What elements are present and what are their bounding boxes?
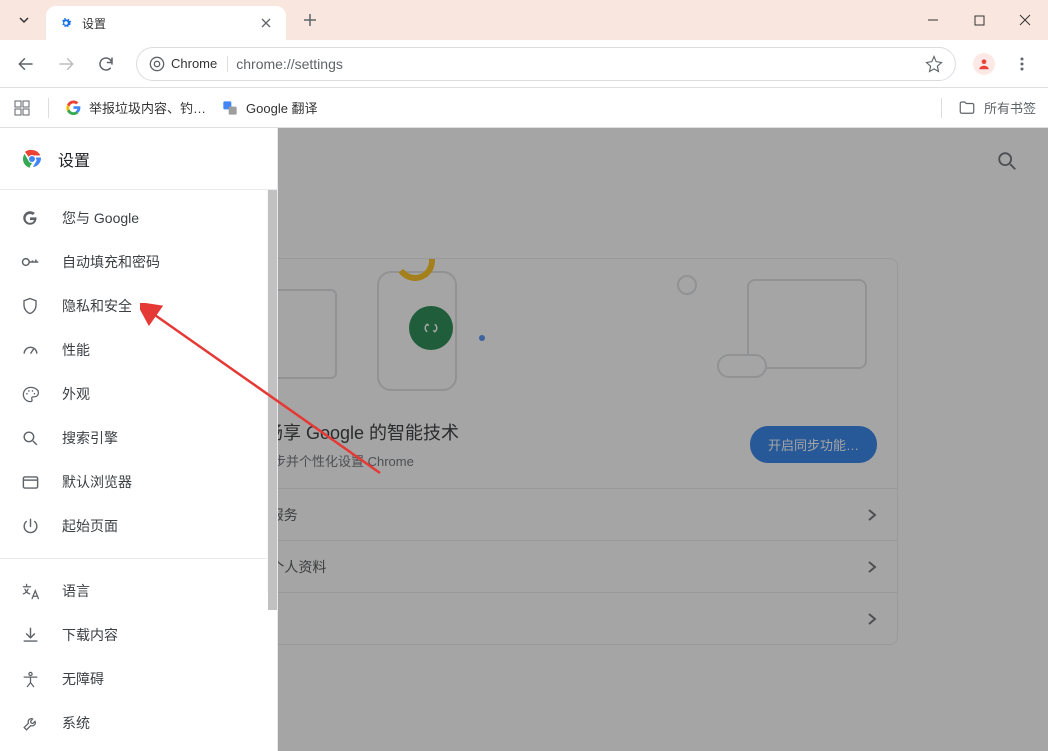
bookmark-item-translate[interactable]: Google 翻译 (222, 98, 318, 117)
power-icon (20, 516, 40, 536)
nav-label: 您与 Google (62, 208, 139, 228)
plus-icon (303, 13, 317, 27)
maximize-button[interactable] (956, 0, 1002, 40)
all-bookmarks-label: 所有书签 (984, 98, 1036, 117)
window-titlebar: 设置 (0, 0, 1048, 40)
settings-header: 设置 (0, 128, 277, 190)
bookmark-label: Google 翻译 (246, 98, 318, 117)
reload-icon (97, 55, 115, 73)
settings-nav[interactable]: 您与 Google 自动填充和密码 隐私和安全 性能 外观 搜索引擎 (0, 190, 277, 751)
palette-icon (20, 384, 40, 404)
browser-icon (20, 472, 40, 492)
nav-label: 隐私和安全 (62, 296, 132, 316)
gear-icon (58, 15, 74, 31)
nav-label: 无障碍 (62, 669, 104, 689)
all-bookmarks-button[interactable]: 所有书签 (958, 98, 1036, 117)
nav-label: 系统 (62, 713, 90, 733)
download-icon (20, 625, 40, 645)
bookmark-item-report[interactable]: 举报垃圾内容、钓… (65, 98, 206, 117)
close-icon (1019, 14, 1031, 26)
nav-privacy[interactable]: 隐私和安全 (0, 284, 277, 328)
tab-search-dropdown[interactable] (6, 4, 42, 36)
nav-label: 搜索引擎 (62, 428, 118, 448)
scrollbar-thumb[interactable] (268, 190, 277, 610)
star-icon (925, 55, 943, 73)
close-window-button[interactable] (1002, 0, 1048, 40)
nav-label: 起始页面 (62, 516, 118, 536)
nav-on-startup[interactable]: 起始页面 (0, 504, 277, 548)
dim-overlay (278, 128, 1048, 751)
avatar-icon (973, 53, 995, 75)
arrow-left-icon (17, 55, 35, 73)
forward-button[interactable] (48, 46, 84, 82)
nav-search-engine[interactable]: 搜索引擎 (0, 416, 277, 460)
accessibility-icon (20, 669, 40, 689)
nav-label: 语言 (62, 581, 90, 601)
close-icon (261, 18, 271, 28)
google-g-icon (65, 100, 81, 116)
nav-label: 默认浏览器 (62, 472, 132, 492)
reload-button[interactable] (88, 46, 124, 82)
search-icon (20, 428, 40, 448)
chrome-menu-button[interactable] (1004, 46, 1040, 82)
wrench-icon (20, 713, 40, 733)
key-icon (20, 252, 40, 272)
chevron-down-icon (18, 14, 30, 26)
window-controls (910, 0, 1048, 40)
nav-label: 自动填充和密码 (62, 252, 160, 272)
nav-label: 外观 (62, 384, 90, 404)
address-url: chrome://settings (236, 56, 917, 72)
kebab-icon (1014, 56, 1030, 72)
translate-icon (222, 100, 238, 116)
address-bar[interactable]: Chrome chrome://settings (136, 47, 956, 81)
arrow-right-icon (57, 55, 75, 73)
sidebar-scrollbar[interactable] (267, 190, 277, 593)
nav-label: 下载内容 (62, 625, 118, 645)
nav-divider (0, 558, 277, 559)
nav-default-browser[interactable]: 默认浏览器 (0, 460, 277, 504)
nav-autofill[interactable]: 自动填充和密码 (0, 240, 277, 284)
apps-grid-icon (14, 100, 30, 116)
settings-sidebar: 设置 您与 Google 自动填充和密码 隐私和安全 性能 外观 (0, 128, 278, 751)
bookmarks-bar: 举报垃圾内容、钓… Google 翻译 所有书签 (0, 88, 1048, 128)
bookmark-separator (941, 98, 942, 118)
browser-toolbar: Chrome chrome://settings (0, 40, 1048, 88)
shield-icon (20, 296, 40, 316)
tab-close-button[interactable] (258, 15, 274, 31)
google-g-icon (20, 208, 40, 228)
minimize-icon (927, 14, 939, 26)
back-button[interactable] (8, 46, 44, 82)
site-chip[interactable]: Chrome (149, 56, 228, 72)
nav-appearance[interactable]: 外观 (0, 372, 277, 416)
speedometer-icon (20, 340, 40, 360)
settings-title: 设置 (58, 147, 90, 171)
bookmark-separator (48, 98, 49, 118)
settings-content: 设置 您与 Google 自动填充和密码 隐私和安全 性能 外观 (0, 128, 1048, 751)
active-tab[interactable]: 设置 (46, 6, 286, 40)
new-tab-button[interactable] (294, 4, 326, 36)
nav-downloads[interactable]: 下载内容 (0, 613, 277, 657)
nav-label: 性能 (62, 340, 90, 360)
site-chip-label: Chrome (171, 56, 217, 71)
bookmark-star-button[interactable] (925, 55, 943, 73)
nav-language[interactable]: 语言 (0, 569, 277, 613)
maximize-icon (974, 15, 985, 26)
bookmark-label: 举报垃圾内容、钓… (89, 98, 206, 117)
nav-you-and-google[interactable]: 您与 Google (0, 196, 277, 240)
minimize-button[interactable] (910, 0, 956, 40)
profile-button[interactable] (968, 48, 1000, 80)
nav-accessibility[interactable]: 无障碍 (0, 657, 277, 701)
nav-system[interactable]: 系统 (0, 701, 277, 745)
language-icon (20, 581, 40, 601)
chrome-logo-icon (20, 147, 44, 171)
folder-icon (958, 99, 976, 117)
tab-title: 设置 (82, 15, 250, 32)
chrome-icon (149, 56, 165, 72)
nav-performance[interactable]: 性能 (0, 328, 277, 372)
settings-main-panel: 中畅享 Google 的智能技术 上同步并个性化设置 Chrome 开启同步功能… (278, 128, 1048, 751)
apps-button[interactable] (12, 98, 32, 118)
